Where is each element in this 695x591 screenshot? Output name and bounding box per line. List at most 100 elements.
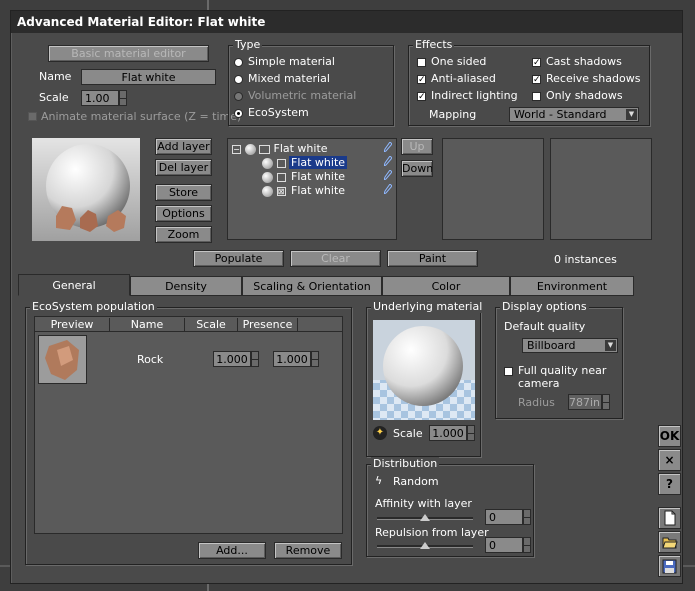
add-item-button[interactable]: Add... [198,542,266,559]
zoom-button[interactable]: Zoom [155,226,212,243]
only-shadows-checkbox[interactable] [532,92,541,101]
up-button[interactable]: Up [401,138,433,155]
affinity-field[interactable]: 0 [485,509,523,525]
animate-checkbox[interactable] [28,112,37,121]
edit-pencil-icon[interactable] [384,170,392,180]
mapping-dropdown[interactable]: World - Standard ▼ [509,107,639,122]
tab-environment[interactable]: Environment [510,276,634,296]
radius-spinner[interactable] [602,394,610,410]
tree-item[interactable]: Flat white [262,156,348,169]
ok-button[interactable]: OK [658,425,681,447]
ecosystem-population-title: EcoSystem population [30,300,157,313]
underlying-scale-field[interactable]: 1.000 [429,425,467,441]
display-options-title: Display options [500,300,589,313]
del-layer-button[interactable]: Del layer [155,159,212,176]
material-sphere-icon [262,157,273,169]
close-button[interactable]: × [658,449,681,471]
column-name[interactable]: Name [110,318,185,332]
underlying-scale-spinner[interactable] [467,425,475,441]
store-button[interactable]: Store [155,184,212,201]
receive-shadows-label: Receive shadows [546,72,641,85]
new-document-icon [664,510,675,526]
populate-button[interactable]: Populate [193,250,284,267]
scale-spinner[interactable] [119,90,127,106]
row-presence-spinner[interactable] [311,351,319,367]
affinity-slider-thumb[interactable] [420,514,430,521]
repulsion-slider-thumb[interactable] [420,542,430,549]
anti-aliased-checkbox[interactable]: ✓ [417,75,426,85]
material-picker-icon[interactable]: ✦ [373,426,387,440]
radius-field[interactable]: 787in. [568,394,602,410]
new-material-button[interactable] [658,507,681,529]
open-folder-icon [661,537,678,549]
help-button[interactable]: ? [658,473,681,495]
instance-count: 0 instances [554,253,617,266]
chevron-down-icon: ▼ [626,109,637,120]
paint-button[interactable]: Paint [387,250,478,267]
column-presence[interactable]: Presence [238,318,298,332]
tree-item[interactable]: Flat white [262,170,347,183]
underlying-scale-label: Scale [393,427,423,440]
tree-item-label: Flat white [291,184,346,197]
tree-item-root[interactable]: − Flat white [232,142,328,155]
radio-ecosystem[interactable] [235,110,242,117]
indirect-lighting-checkbox[interactable]: ✓ [417,92,426,102]
layer-tree[interactable]: − Flat white Flat white Flat white ⊠ Fla… [227,138,397,240]
add-layer-button[interactable]: Add layer [155,138,212,155]
clear-button[interactable]: Clear [290,250,381,267]
material-name-field[interactable]: Flat white [81,69,216,85]
quality-value: Billboard [527,339,576,352]
remove-item-button[interactable]: Remove [274,542,342,559]
collapse-icon[interactable]: − [232,144,241,154]
repulsion-field[interactable]: 0 [485,537,523,553]
one-sided-checkbox[interactable] [417,58,426,67]
cast-shadows-label: Cast shadows [546,55,622,68]
row-scale-spinner[interactable] [251,351,259,367]
table-header: Preview Name Scale Presence [35,317,342,332]
radio-volumetric-material[interactable] [235,93,242,100]
column-preview[interactable]: Preview [35,318,110,332]
effects-title: Effects [413,38,455,51]
row-scale-field[interactable]: 1.000 [213,351,251,367]
tab-general[interactable]: General [18,274,130,296]
affinity-spinner[interactable] [523,509,531,525]
population-table[interactable]: Preview Name Scale Presence Rock 1.000 1… [34,316,343,534]
cast-shadows-checkbox[interactable]: ✓ [532,58,541,68]
basic-material-editor-button[interactable]: Basic material editor [48,45,209,62]
tab-scaling-orientation[interactable]: Scaling & Orientation [242,276,382,296]
save-material-button[interactable] [658,555,681,577]
material-sphere-icon [262,185,273,197]
tab-density[interactable]: Density [130,276,242,296]
receive-shadows-checkbox[interactable]: ✓ [532,75,541,85]
open-material-button[interactable] [658,531,681,553]
options-button[interactable]: Options [155,205,212,222]
edit-pencil-icon[interactable] [384,142,392,152]
table-row[interactable]: Rock 1.000 1.000 [35,333,342,387]
quality-dropdown[interactable]: Billboard ▼ [522,338,618,353]
affinity-label: Affinity with layer [375,497,472,510]
repulsion-spinner[interactable] [523,537,531,553]
column-scale[interactable]: Scale [185,318,238,332]
full-quality-checkbox[interactable] [504,367,513,376]
tab-color[interactable]: Color [382,276,510,296]
radio-simple-material[interactable] [235,59,242,66]
type-title: Type [233,38,263,51]
effects-group: Effects One sided ✓ Anti-aliased ✓ Indir… [408,38,650,126]
window-title[interactable]: Advanced Material Editor: Flat white [11,11,682,33]
edit-pencil-icon[interactable] [384,184,392,194]
simple-material-label: Simple material [248,55,335,68]
layer-type-icon [276,158,286,168]
tree-item[interactable]: ⊠ Flat white [262,184,347,197]
row-presence-field[interactable]: 1.000 [273,351,311,367]
underlying-material-preview[interactable] [373,320,475,420]
ecosystem-population-group: EcoSystem population Preview Name Scale … [25,300,352,565]
rock-thumbnail [38,335,87,384]
name-label: Name [39,70,72,83]
radio-mixed-material[interactable] [235,76,242,83]
down-button[interactable]: Down [401,160,433,177]
scale-field[interactable]: 1.00 [81,90,119,106]
tab-bar: General Density Scaling & Orientation Co… [16,274,679,298]
edit-pencil-icon[interactable] [384,156,392,166]
distribution-title: Distribution [371,457,440,470]
radius-label: Radius [518,396,555,409]
